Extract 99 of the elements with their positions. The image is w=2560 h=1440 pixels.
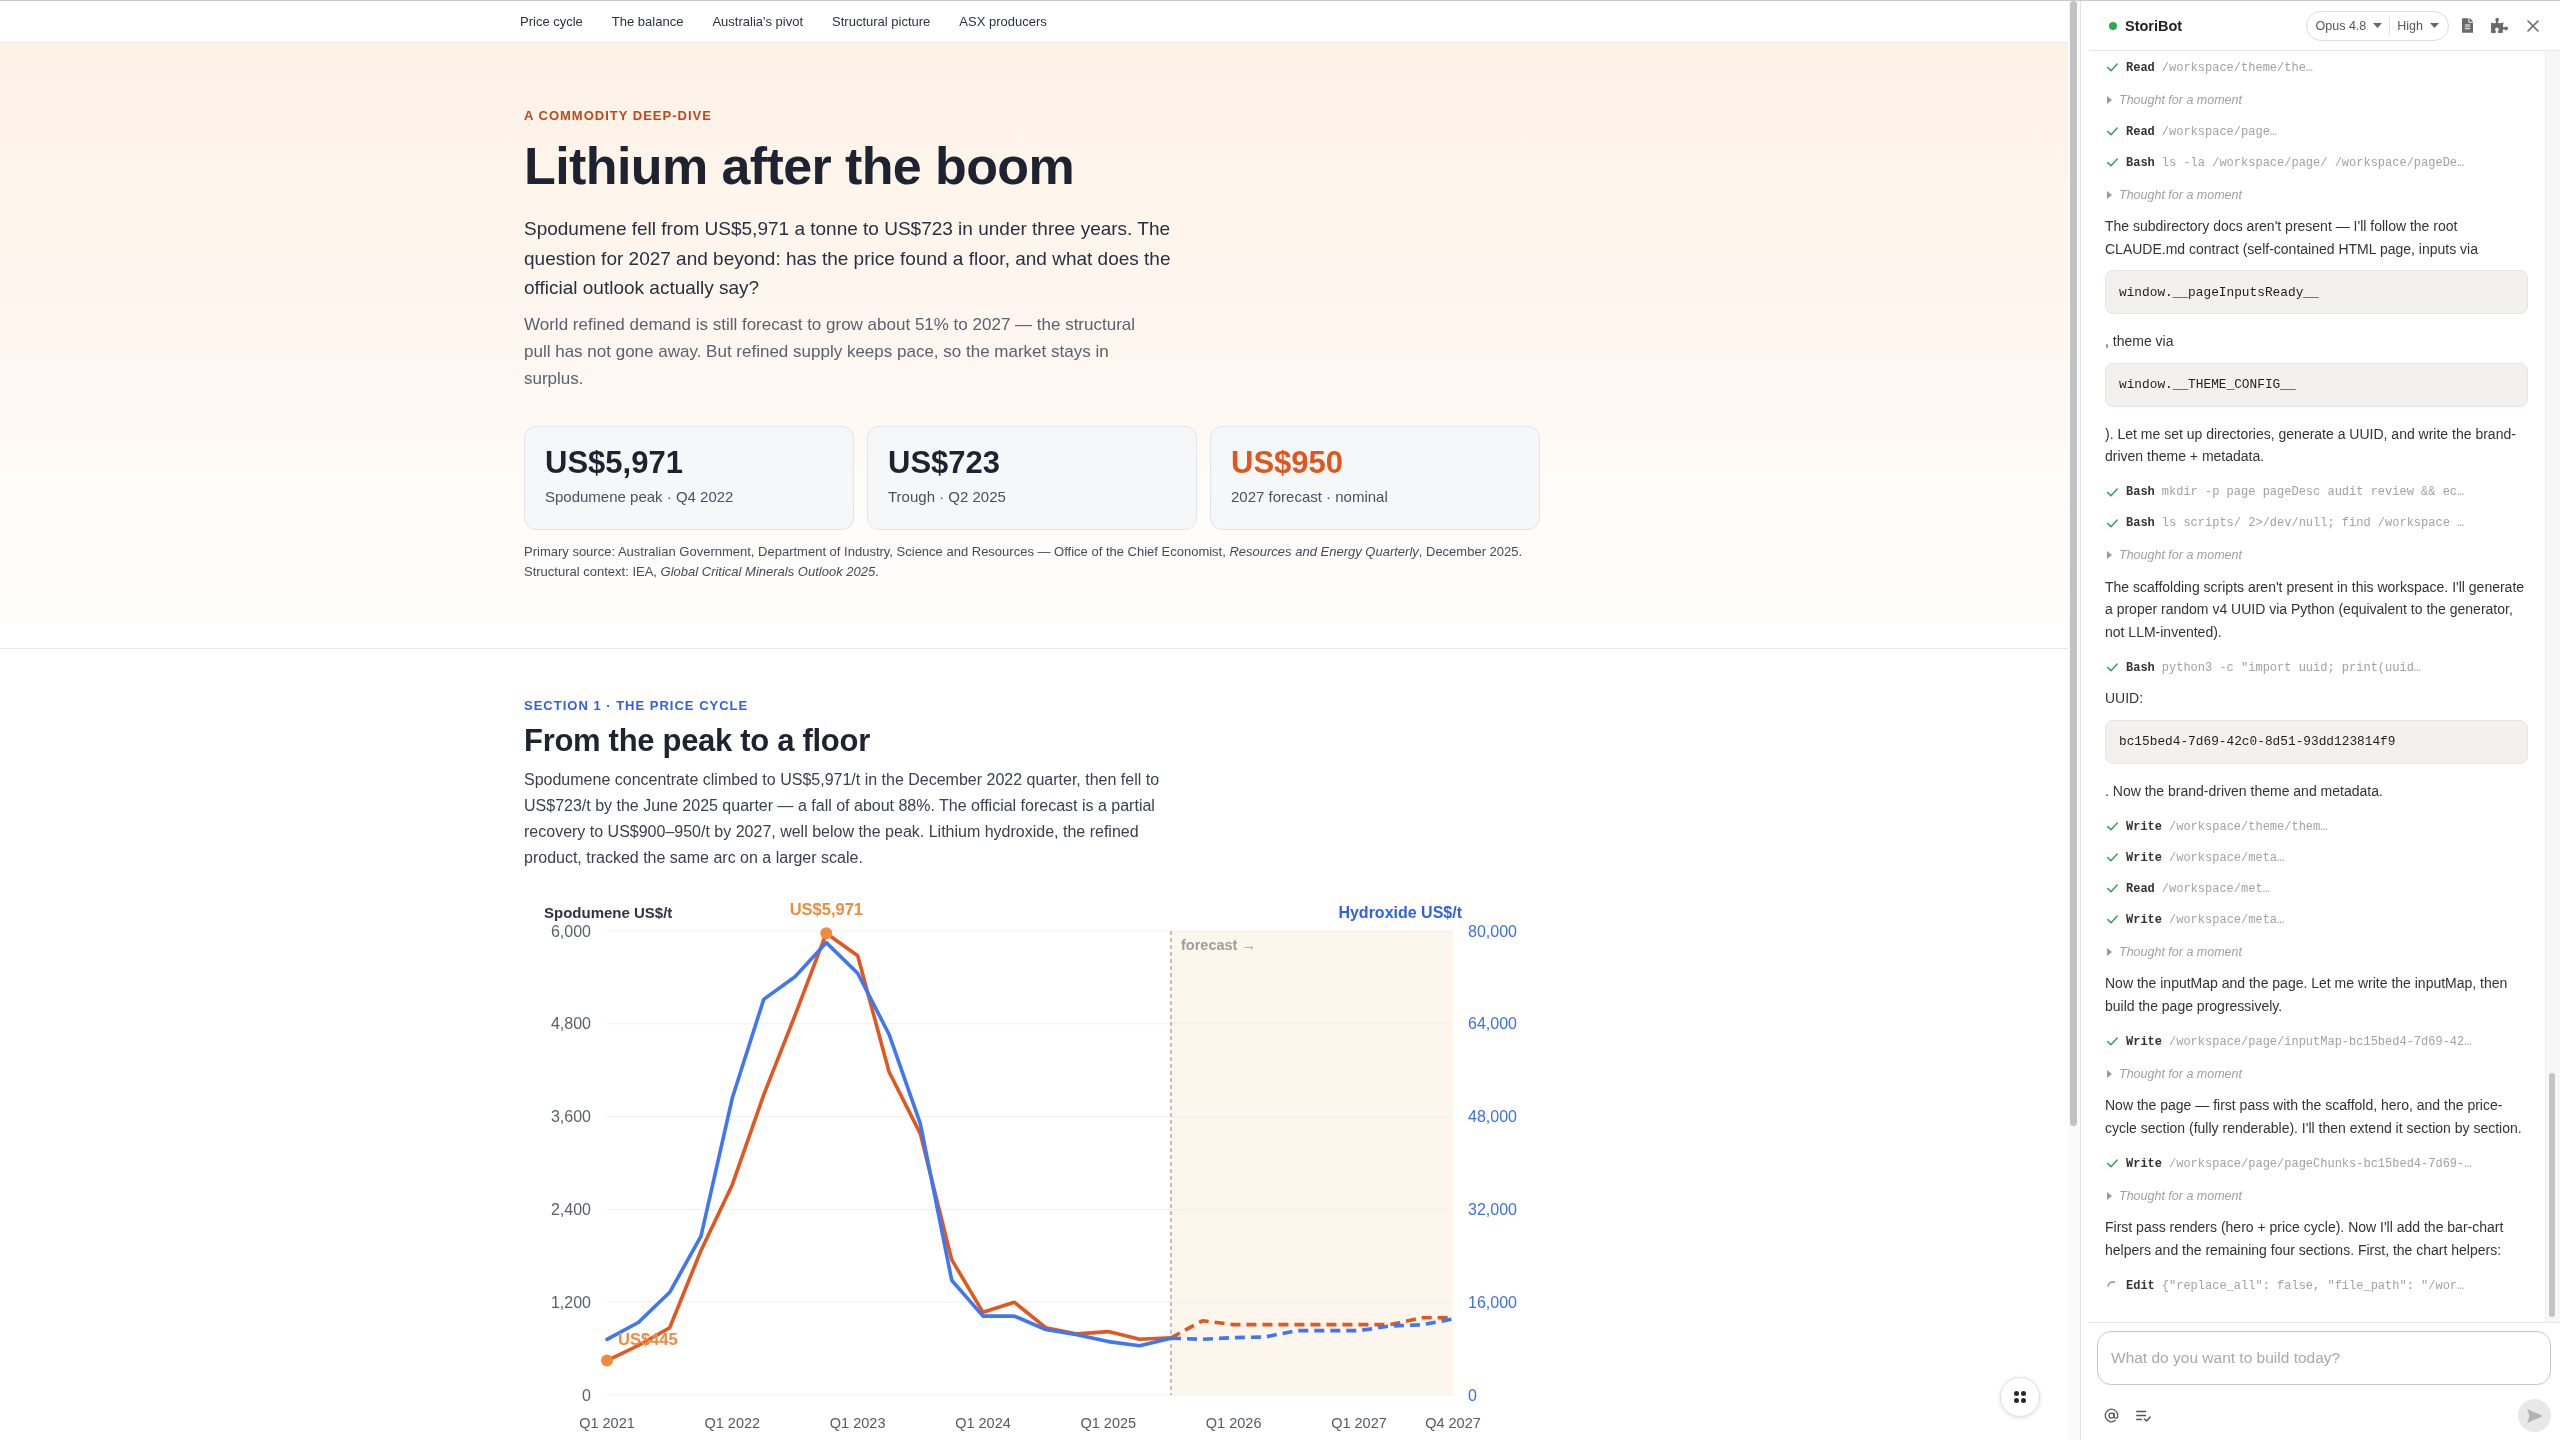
intro-paragraph: World refined demand is still forecast to grow about 51% to 2027 — the structural pull has not gone away. But refined supply keeps pace, so the market stays in surplus. — [524, 314, 1137, 390]
code-block: window.__THEME_CONFIG__ — [2105, 362, 2528, 407]
axis-tick-label: Q1 2021 — [579, 1414, 635, 1431]
stat-label: 2027 forecast · nominal — [1231, 486, 1388, 507]
assistant-name: StoriBot — [2125, 17, 2183, 34]
axis-tick-label: Q1 2024 — [955, 1414, 1011, 1431]
message-text: , theme via — [2105, 332, 2175, 351]
axis-tick-label: 16,000 — [1468, 1293, 1517, 1311]
message-text: Now the inputMap and the page. Let me write the inputMap, then build the page progressively. — [2105, 974, 2509, 1016]
axis-tick-label: Q1 2027 — [1331, 1414, 1387, 1431]
tool-name: Bash — [2126, 485, 2155, 499]
axis-tick-label: 4,800 — [550, 1014, 591, 1032]
point-marker — [820, 926, 833, 939]
section-heading: From the peak to a floor — [524, 721, 870, 760]
message-text: The subdirectory docs aren't present — I'll follow the root CLAUDE.md contract (self-contained HTML page, inputs via — [2105, 217, 2479, 259]
tool-arguments: {"replace_all": false, "file_path": "/wor… — [2161, 1278, 2465, 1293]
code-block: window.__pageInputsReady__ — [2105, 270, 2528, 314]
tool-name: Read — [2126, 881, 2155, 896]
tool-arguments: /workspace/page/inputMap-bc15bed4-7d69-42… — [2169, 1034, 2472, 1049]
code-block: bc15bed4-7d69-42c0-8d51-93dd123814f9 — [2105, 719, 2528, 764]
tool-arguments: ls scripts/ 2>/dev/null; find /workspace … — [2161, 516, 2465, 530]
tool-arguments: /workspace/meta… — [2169, 912, 2285, 927]
tool-name: Write — [2126, 912, 2162, 927]
axis-tick-label: Q1 2026 — [1205, 1414, 1262, 1431]
message-input[interactable]: What do you want to build today? — [2097, 1331, 2551, 1385]
nav-link[interactable]: The balance — [611, 14, 684, 29]
close-icon[interactable] — [2527, 19, 2539, 32]
axis-tick-label: Q4 2027 — [1425, 1414, 1481, 1431]
stat-value: US$950 — [1231, 444, 1344, 481]
axis-tick-label: 6,000 — [550, 922, 591, 939]
caret-icon — [2373, 23, 2383, 28]
tool-name: Write — [2126, 1034, 2162, 1049]
axis-tick-label: 32,000 — [1468, 1200, 1517, 1218]
source-note: Primary source: Australian Government, Department of Industry, Science and Resources — Office of the Chief Economist, Resources and Energy Quarterly, December 2025. Structural context: IEA, Global Critical Minerals Outlook 2025. — [524, 542, 1523, 581]
axis-tick-label: 64,000 — [1468, 1014, 1517, 1032]
tool-name: Bash — [2126, 155, 2155, 170]
tool-arguments: /workspace/meta… — [2169, 850, 2285, 865]
tool-arguments: python3 -c "import uuid; print(uuid… — [2161, 660, 2422, 675]
message-text: Now the page — first pass with the scaffold, hero, and the price-cycle section (fully renderable). I'll then extend it section by section. — [2105, 1096, 2523, 1138]
effort-dropdown[interactable]: High — [2397, 18, 2439, 33]
axis-tick-label: 1,200 — [550, 1293, 591, 1311]
scrollbar-thumb[interactable] — [2070, 1, 2077, 1126]
stat-value: US$723 — [888, 444, 1001, 481]
document-icon[interactable] — [2462, 18, 2473, 33]
message-text: UUID: — [2105, 689, 2145, 708]
tool-arguments: /workspace/page/pageChunks-bc15bed4-7d69-… — [2169, 1156, 2472, 1171]
nav-link[interactable]: Australia's pivot — [712, 14, 804, 29]
message-text: ). Let me set up directories, generate a UUID, and write the brand-driven theme + metadata. — [2105, 424, 2517, 466]
tool-arguments: /workspace/theme/the… — [2161, 60, 2314, 75]
stat-value: US$5,971 — [545, 444, 683, 481]
axis-tick-label: Q1 2023 — [829, 1414, 886, 1431]
caret-icon — [2430, 23, 2439, 28]
section-paragraph: Spodumene concentrate climbed to US$5,971/t in the December 2022 quarter, then fell to US$723/t by the June 2025 quarter — a fall of about 88%. The official forecast is a partial recovery to US$900–950/t by 2027, well below the peak. Lithium hydroxide, the refined product, tracked the same arc on a larger scale. — [524, 769, 1161, 868]
axis-tick-label: 0 — [1468, 1386, 1477, 1403]
tool-arguments: /workspace/met… — [2161, 881, 2270, 896]
axis-tick-label: Q1 2022 — [704, 1414, 761, 1431]
tool-name: Edit — [2126, 1278, 2155, 1293]
section-eyebrow: SECTION 1 · THE PRICE CYCLE — [524, 696, 749, 715]
point-marker — [601, 1354, 613, 1367]
tool-arguments: ls -la /workspace/page/ /workspace/pageDe… — [2161, 155, 2465, 170]
stat-label: Trough · Q2 2025 — [888, 486, 1006, 507]
send-icon — [2526, 1408, 2543, 1423]
checklist-icon[interactable] — [2136, 1409, 2151, 1422]
axis-tick-label: Q1 2025 — [1080, 1414, 1137, 1431]
axis-tick-label: 80,000 — [1468, 922, 1517, 939]
axis-tick-label: 2,400 — [550, 1200, 591, 1218]
axis-tick-label: 0 — [582, 1386, 591, 1403]
lede-paragraph: Spodumene fell from US$5,971 a tonne to US$723 in under three years. The question for 2027 and beyond: has the price found a floor, and what does the official outlook actually say? — [524, 217, 1172, 300]
forecast-label: forecast → — [1181, 936, 1256, 953]
tool-arguments: /workspace/theme/them… — [2169, 819, 2328, 834]
eyebrow-label: A COMMODITY DEEP-DIVE — [524, 107, 712, 125]
nav-link[interactable]: ASX producers — [959, 14, 1047, 29]
data-label: US$5,971 — [789, 899, 864, 918]
axis-title: Hydroxide US$/t — [1338, 903, 1462, 920]
tool-arguments: /workspace/page… — [2161, 124, 2278, 139]
mention-icon[interactable] — [2104, 1408, 2119, 1423]
axis-title: Spodumene US$/t — [544, 903, 673, 920]
tool-name: Bash — [2126, 660, 2155, 675]
tool-name: Write — [2126, 850, 2162, 865]
model-dropdown[interactable]: Opus 4.8 — [2315, 18, 2383, 33]
stat-label: Spodumene peak · Q4 2022 — [545, 486, 734, 507]
tool-name: Read — [2126, 60, 2155, 75]
tool-arguments: mkdir -p page pageDesc audit review && ec… — [2161, 485, 2465, 499]
axis-tick-label: 3,600 — [550, 1107, 591, 1125]
tool-name: Write — [2126, 1156, 2162, 1171]
floating-menu-button[interactable] — [2000, 1377, 2040, 1417]
message-text: First pass renders (hero + price cycle). Now I'll add the bar-chart helpers and the remaining four sections. First, the chart helpers: — [2105, 1218, 2505, 1260]
message-text: . Now the brand-driven theme and metadata. — [2105, 781, 2384, 801]
axis-tick-label: 48,000 — [1468, 1107, 1517, 1125]
message-text: The scaffolding scripts aren't present in this workspace. I'll generate a proper random v4 UUID via Python (equivalent to the generator, not LLM-invented). — [2105, 577, 2526, 642]
tool-name: Write — [2126, 819, 2162, 834]
puzzle-icon[interactable] — [2491, 17, 2508, 34]
nav-link[interactable]: Structural picture — [832, 14, 931, 29]
four-dots-icon — [2014, 1391, 2026, 1403]
scrollbar-thumb[interactable] — [2549, 1073, 2555, 1317]
tool-name: Bash — [2126, 516, 2155, 530]
nav-link[interactable]: Price cycle — [520, 14, 583, 29]
page-title: Lithium after the boom — [524, 136, 1075, 196]
tool-name: Read — [2126, 124, 2155, 139]
